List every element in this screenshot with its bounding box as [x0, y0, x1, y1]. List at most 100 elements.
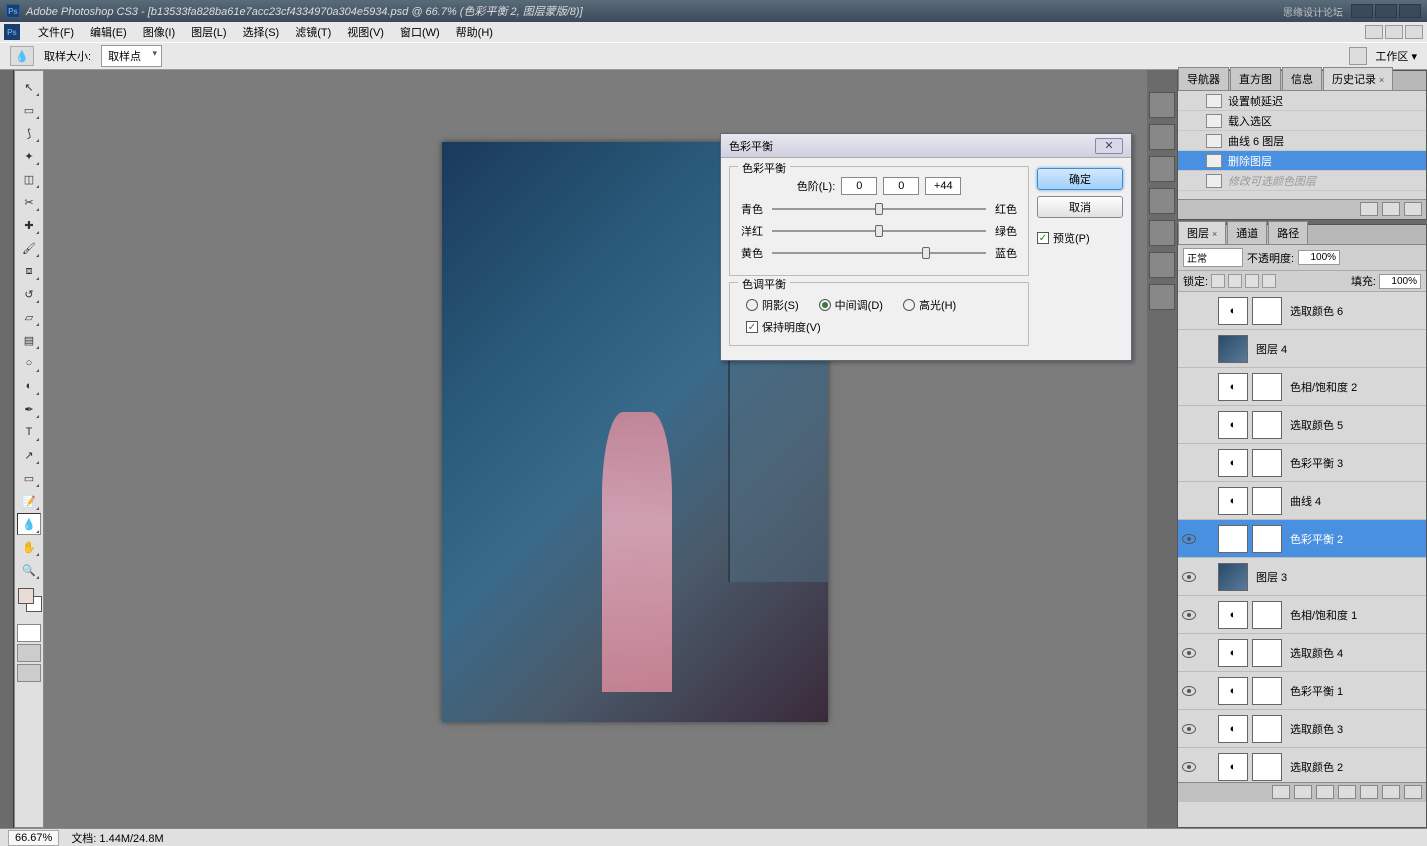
history-snapshot-icon[interactable]	[1360, 202, 1378, 216]
nav-tab-3[interactable]: 历史记录×	[1323, 67, 1393, 90]
dialog-close-button[interactable]: ✕	[1095, 138, 1123, 154]
blur-tool[interactable]: ○	[17, 352, 41, 374]
lock-position-icon[interactable]	[1245, 274, 1259, 288]
history-delete-icon[interactable]	[1404, 202, 1422, 216]
gradient-tool[interactable]: ▤	[17, 329, 41, 351]
stamp-tool[interactable]: ⧈	[17, 260, 41, 282]
layer-visibility[interactable]	[1178, 534, 1200, 544]
layer-row-7[interactable]: 图层 3	[1178, 558, 1426, 596]
preview-check[interactable]	[1037, 232, 1049, 244]
tone-radio-0[interactable]	[746, 299, 758, 311]
strip-para-icon[interactable]	[1149, 252, 1175, 278]
standard-mode[interactable]	[17, 624, 41, 642]
slider-track-1[interactable]	[772, 230, 986, 232]
layer-row-6[interactable]: ◐ 色彩平衡 2	[1178, 520, 1426, 558]
slice-tool[interactable]: ✂	[17, 191, 41, 213]
layers-tab-1[interactable]: 通道	[1227, 221, 1267, 244]
layer-row-9[interactable]: ◐ 选取颜色 4	[1178, 634, 1426, 672]
strip-history-icon[interactable]	[1149, 124, 1175, 150]
adjustment-layer-icon[interactable]	[1338, 785, 1356, 799]
new-layer-icon[interactable]	[1382, 785, 1400, 799]
workspace-dropdown[interactable]: 工作区 ▾	[1375, 48, 1417, 64]
menu-选择[interactable]: 选择(S)	[235, 22, 288, 42]
layer-visibility[interactable]	[1178, 762, 1200, 772]
dialog-titlebar[interactable]: 色彩平衡 ✕	[721, 134, 1131, 158]
doc-minimize[interactable]	[1365, 25, 1383, 39]
layers-tab-2[interactable]: 路径	[1268, 221, 1308, 244]
strip-actions-icon[interactable]	[1149, 188, 1175, 214]
eyedropper-tool[interactable]: 💧	[17, 513, 41, 535]
history-item-0[interactable]: 设置帧延迟	[1178, 91, 1426, 111]
menu-图像[interactable]: 图像(I)	[135, 22, 183, 42]
nav-tab-1[interactable]: 直方图	[1230, 67, 1281, 90]
move-tool[interactable]: ↖	[17, 76, 41, 98]
layer-row-11[interactable]: ◐ 选取颜色 3	[1178, 710, 1426, 748]
layer-visibility[interactable]	[1178, 686, 1200, 696]
menu-图层[interactable]: 图层(L)	[183, 22, 234, 42]
path-tool[interactable]: ↗	[17, 444, 41, 466]
layers-tab-0[interactable]: 图层×	[1178, 221, 1226, 244]
lock-pixels-icon[interactable]	[1228, 274, 1242, 288]
fill-input[interactable]: 100%	[1379, 274, 1421, 289]
tone-radio-1[interactable]	[819, 299, 831, 311]
layer-visibility[interactable]	[1178, 648, 1200, 658]
zoom-value[interactable]: 66.67%	[8, 830, 59, 846]
level-input-3[interactable]	[925, 177, 961, 195]
history-new-icon[interactable]	[1382, 202, 1400, 216]
doc-close[interactable]	[1405, 25, 1423, 39]
opacity-input[interactable]: 100%	[1298, 250, 1340, 265]
lock-transparency-icon[interactable]	[1211, 274, 1225, 288]
lock-icon[interactable]	[1349, 47, 1367, 65]
layer-row-1[interactable]: 图层 4	[1178, 330, 1426, 368]
lock-all-icon[interactable]	[1262, 274, 1276, 288]
strip-char-icon[interactable]	[1149, 220, 1175, 246]
sample-size-dropdown[interactable]: 取样点	[101, 45, 162, 67]
layer-row-5[interactable]: ◐ 曲线 4	[1178, 482, 1426, 520]
preserve-luminosity-check[interactable]	[746, 321, 758, 333]
foreground-color[interactable]	[18, 588, 34, 604]
crop-tool[interactable]: ◫	[17, 168, 41, 190]
quickmask-mode[interactable]	[17, 644, 41, 662]
maximize-button[interactable]	[1375, 4, 1397, 18]
layer-group-icon[interactable]	[1360, 785, 1378, 799]
history-item-2[interactable]: 曲线 6 图层	[1178, 131, 1426, 151]
slider-thumb-1[interactable]	[875, 225, 883, 237]
eraser-tool[interactable]: ▱	[17, 306, 41, 328]
color-swatches[interactable]	[16, 588, 42, 620]
menu-帮助[interactable]: 帮助(H)	[448, 22, 501, 42]
layer-mask-icon[interactable]	[1316, 785, 1334, 799]
layer-row-10[interactable]: ◐ 色彩平衡 1	[1178, 672, 1426, 710]
canvas-area[interactable]: 色彩平衡 ✕ 色彩平衡 色阶(L): 青色 红色洋红	[44, 70, 1147, 828]
notes-tool[interactable]: 📝	[17, 490, 41, 512]
minimize-button[interactable]	[1351, 4, 1373, 18]
wand-tool[interactable]: ✦	[17, 145, 41, 167]
layer-row-2[interactable]: ◐ 色相/饱和度 2	[1178, 368, 1426, 406]
layer-row-0[interactable]: ◐ 选取颜色 6	[1178, 292, 1426, 330]
tone-radio-2[interactable]	[903, 299, 915, 311]
pen-tool[interactable]: ✒	[17, 398, 41, 420]
marquee-tool[interactable]: ▭	[17, 99, 41, 121]
layer-visibility[interactable]	[1178, 572, 1200, 582]
nav-tab-0[interactable]: 导航器	[1178, 67, 1229, 90]
menu-滤镜[interactable]: 滤镜(T)	[287, 22, 339, 42]
close-button[interactable]	[1399, 4, 1421, 18]
history-brush[interactable]: ↺	[17, 283, 41, 305]
screen-mode[interactable]	[17, 664, 41, 682]
history-item-3[interactable]: 删除图层	[1178, 151, 1426, 171]
menu-文件[interactable]: 文件(F)	[30, 22, 82, 42]
menu-窗口[interactable]: 窗口(W)	[392, 22, 448, 42]
layer-row-12[interactable]: ◐ 选取颜色 2	[1178, 748, 1426, 782]
lasso-tool[interactable]: ⟆	[17, 122, 41, 144]
delete-layer-icon[interactable]	[1404, 785, 1422, 799]
level-input-2[interactable]	[883, 177, 919, 195]
level-input-1[interactable]	[841, 177, 877, 195]
link-layers-icon[interactable]	[1272, 785, 1290, 799]
hand-tool[interactable]: ✋	[17, 536, 41, 558]
layer-visibility[interactable]	[1178, 610, 1200, 620]
brush-tool[interactable]: 🖌	[17, 237, 41, 259]
history-item-4[interactable]: 修改可选颜色图层	[1178, 171, 1426, 191]
blend-mode-dropdown[interactable]: 正常	[1183, 248, 1243, 267]
strip-layers-icon[interactable]	[1149, 284, 1175, 310]
doc-restore[interactable]	[1385, 25, 1403, 39]
menu-编辑[interactable]: 编辑(E)	[82, 22, 135, 42]
